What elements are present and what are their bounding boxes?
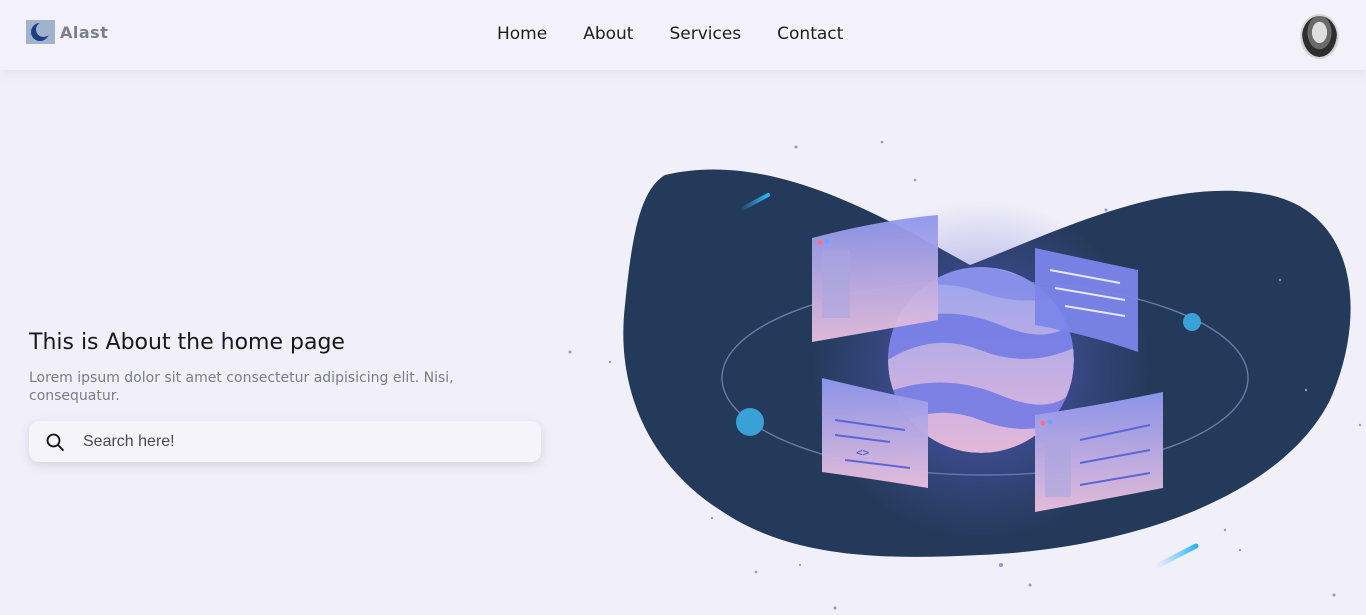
svg-text:<>: <> — [856, 446, 870, 459]
hero-illustration: <> — [568, 140, 1362, 610]
nav-link-about[interactable]: About — [583, 24, 633, 44]
user-avatar[interactable] — [1300, 14, 1339, 59]
crescent-logo-icon — [26, 20, 55, 44]
navbar: Alast Home About Services Contact — [0, 0, 1366, 70]
brand-name: Alast — [60, 22, 109, 42]
main-nav: Home About Services Contact — [497, 24, 879, 44]
hero-description: Lorem ipsum dolor sit amet consectetur a… — [29, 370, 454, 404]
hero-title: This is About the home page — [29, 330, 345, 355]
search-input[interactable] — [83, 421, 523, 462]
brand[interactable]: Alast — [26, 20, 108, 44]
search-box[interactable] — [29, 421, 541, 462]
nav-link-services[interactable]: Services — [669, 24, 741, 44]
nav-link-contact[interactable]: Contact — [777, 24, 843, 44]
nav-link-home[interactable]: Home — [497, 24, 547, 44]
search-icon[interactable] — [45, 432, 65, 452]
